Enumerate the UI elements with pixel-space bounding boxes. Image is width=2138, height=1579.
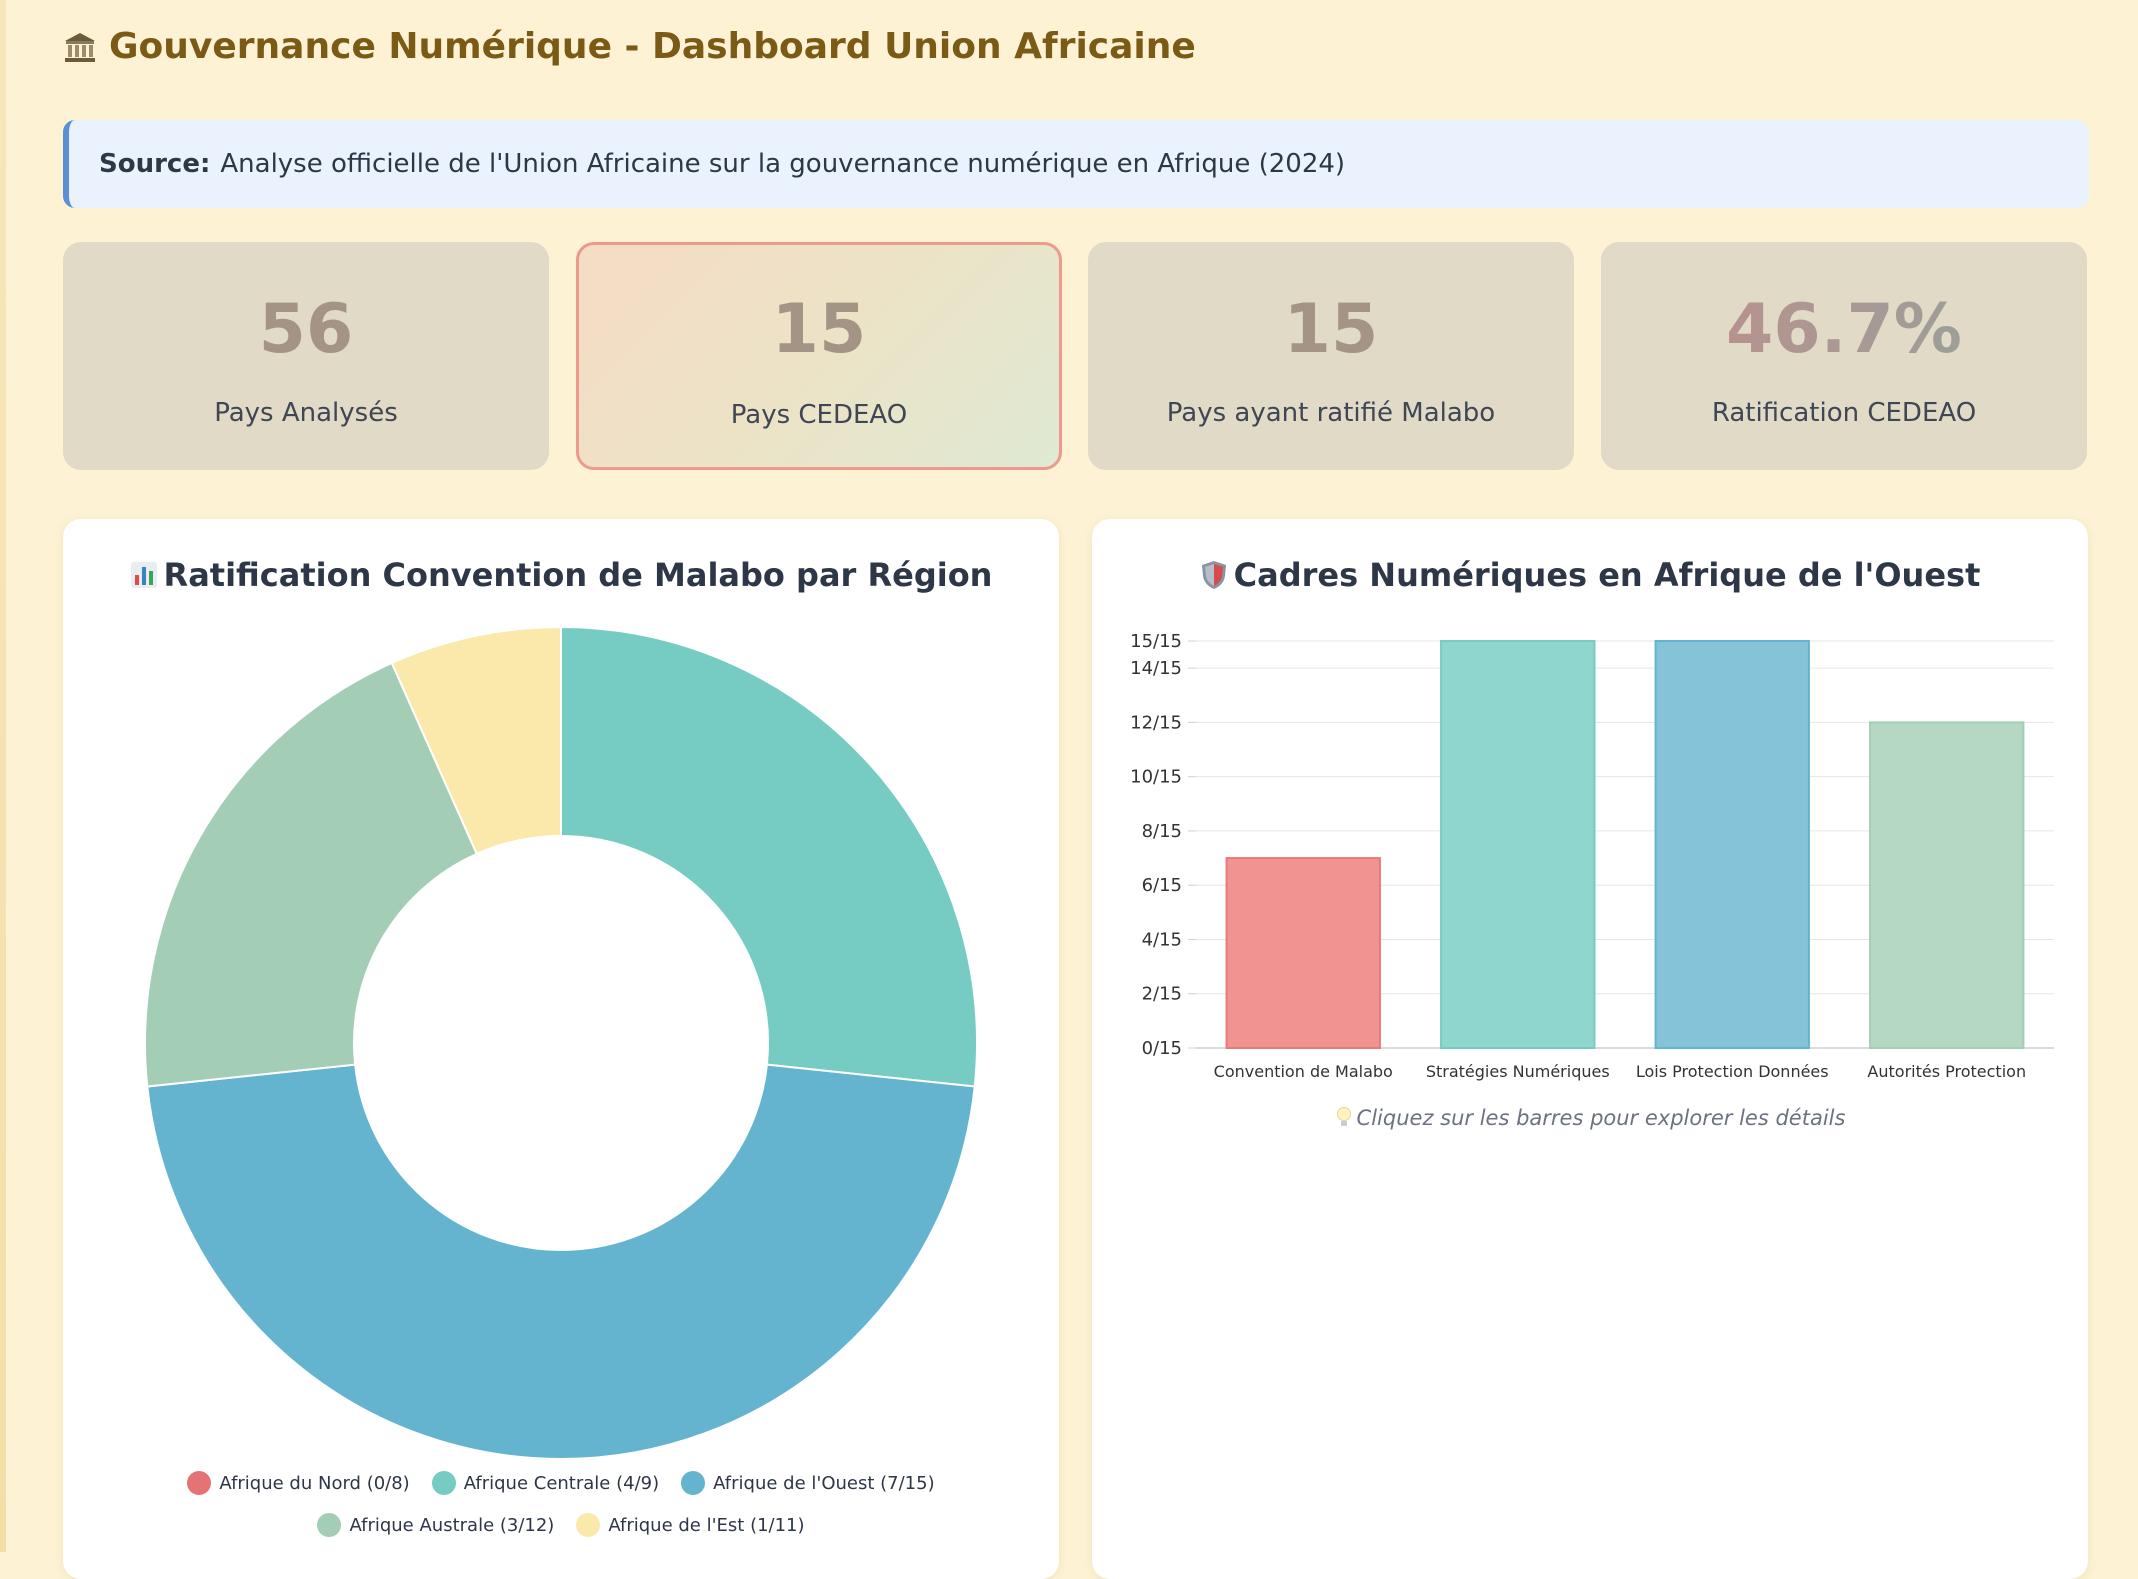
- page-title-text: Gouvernance Numérique - Dashboard Union …: [109, 26, 1196, 67]
- bar[interactable]: [1440, 640, 1596, 1049]
- kpi-value: 15: [1283, 290, 1379, 369]
- bar-chart-hint: Cliquez sur les barres pour explorer les…: [1092, 1106, 2088, 1130]
- bar-chart-icon: [130, 562, 157, 588]
- bar[interactable]: [1654, 640, 1810, 1049]
- bar-chart-hint-text: Cliquez sur les barres pour explorer les…: [1356, 1106, 1846, 1130]
- legend-swatch: [431, 1471, 456, 1495]
- x-tick-label: Lois Protection Données: [1636, 1062, 1829, 1081]
- kpi-value: 56: [258, 290, 354, 369]
- donut-chart-title: Ratification Convention de Malabo par Ré…: [63, 556, 1059, 594]
- x-tick-label: Stratégies Numériques: [1426, 1062, 1610, 1081]
- legend-swatch: [576, 1513, 601, 1537]
- legend-label: Afrique Centrale (4/9): [463, 1472, 660, 1494]
- y-tick-label: 2/15: [1142, 984, 1182, 1005]
- y-tick-label: 12/15: [1130, 712, 1182, 733]
- y-tick-label: 8/15: [1142, 821, 1182, 842]
- legend-item[interactable]: Afrique Centrale (4/9): [431, 1470, 660, 1496]
- y-tick-label: 14/15: [1130, 658, 1182, 679]
- kpi-card-countries-analyzed[interactable]: 56 Pays Analysés: [63, 242, 549, 470]
- kpi-label: Ratification CEDEAO: [1711, 398, 1977, 428]
- legend-label: Afrique Australe (3/12): [349, 1514, 555, 1536]
- legend-label: Afrique de l'Est (1/11): [608, 1514, 805, 1536]
- legend-item[interactable]: Afrique de l'Ouest (7/15): [681, 1470, 935, 1496]
- x-tick-label: Autorités Protection: [1867, 1062, 2026, 1081]
- page-title: Gouvernance Numérique - Dashboard Union …: [63, 26, 1196, 67]
- kpi-card-cedeao-countries[interactable]: 15 Pays CEDEAO: [576, 242, 1062, 470]
- kpi-value: 15: [771, 290, 867, 369]
- source-label: Source:: [99, 149, 211, 179]
- legend-item[interactable]: Afrique Australe (3/12): [317, 1512, 554, 1538]
- y-tick-label: 6/15: [1142, 875, 1182, 896]
- y-tick-label: 15/15: [1130, 631, 1182, 652]
- x-tick-label: Convention de Malabo: [1214, 1062, 1393, 1081]
- bank-icon: [65, 32, 95, 62]
- lightbulb-icon: [1336, 1107, 1351, 1126]
- bar-chart[interactable]: 0/15 2/15 4/15 6/15 8/15 10/15 12/15 14/15 15/15…: [1092, 600, 2088, 1100]
- legend-item[interactable]: Afrique de l'Est (1/11): [576, 1512, 805, 1538]
- legend-swatch: [681, 1471, 706, 1495]
- y-tick-label: 0/15: [1142, 1038, 1182, 1059]
- y-tick-label: 4/15: [1142, 929, 1182, 950]
- kpi-label: Pays ayant ratifié Malabo: [1166, 398, 1496, 428]
- legend-item[interactable]: Afrique du Nord (0/8): [187, 1470, 410, 1496]
- source-text: Analyse officielle de l'Union Africaine …: [220, 149, 1346, 179]
- y-tick-label: 10/15: [1130, 767, 1182, 788]
- page-border: [0, 0, 6, 1552]
- donut-chart-title-text: Ratification Convention de Malabo par Ré…: [163, 556, 993, 594]
- donut-slice[interactable]: [146, 1063, 976, 1460]
- bar-chart-title: Cadres Numériques en Afrique de l'Ouest: [1092, 556, 2088, 594]
- bar[interactable]: [1225, 857, 1381, 1050]
- donut-slice[interactable]: [560, 625, 978, 1088]
- legend-label: Afrique du Nord (0/8): [219, 1472, 410, 1494]
- kpi-value: 46.7%: [1601, 290, 2087, 369]
- shield-icon: [1201, 561, 1226, 589]
- kpi-label: Pays CEDEAO: [730, 400, 908, 430]
- donut-legend: Afrique du Nord (0/8) Afrique Centrale (4…: [63, 1470, 1059, 1538]
- bar[interactable]: [1869, 721, 2025, 1050]
- kpi-card-malabo-ratified[interactable]: 15 Pays ayant ratifié Malabo: [1088, 242, 1574, 470]
- kpi-card-cedeao-ratification[interactable]: 46.7% Ratification CEDEAO: [1601, 242, 2087, 470]
- legend-label: Afrique de l'Ouest (7/15): [713, 1472, 935, 1494]
- donut-chart[interactable]: [63, 600, 1059, 1460]
- source-banner: Source: Analyse officielle de l'Union Af…: [63, 120, 2089, 208]
- legend-swatch: [187, 1471, 212, 1495]
- bar-chart-title-text: Cadres Numériques en Afrique de l'Ouest: [1233, 556, 1981, 594]
- legend-swatch: [317, 1513, 342, 1537]
- kpi-label: Pays Analysés: [214, 398, 398, 428]
